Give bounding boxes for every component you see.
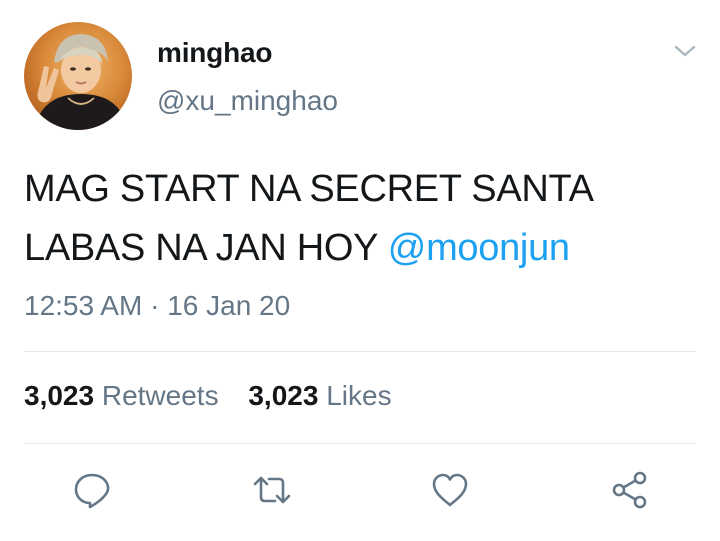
chevron-down-icon[interactable]: [672, 40, 698, 62]
divider: [24, 443, 696, 444]
share-icon[interactable]: [610, 470, 650, 510]
tweet-timestamp[interactable]: 12:53 AM · 16 Jan 20: [24, 290, 290, 322]
reply-icon[interactable]: [72, 470, 112, 510]
retweets-count: 3,023: [24, 380, 95, 411]
tweet-stats: 3,023 Retweets 3,023 Likes: [24, 380, 392, 412]
tweet-text-line-2: LABAS NA JAN HOY: [24, 227, 388, 269]
retweet-icon[interactable]: [252, 470, 292, 510]
timestamp-separator: ·: [150, 290, 160, 321]
tweet-text-line-1: MAG START NA SECRET SANTA: [24, 168, 594, 210]
retweets-label: Retweets: [101, 380, 219, 411]
user-display-name[interactable]: minghao: [157, 37, 272, 69]
tweet-text: MAG START NA SECRET SANTA LABAS NA JAN H…: [24, 160, 704, 278]
likes-count: 3,023: [248, 380, 319, 411]
tweet-card: minghao @xu_minghao MAG START NA SECRET …: [0, 0, 720, 541]
heart-icon[interactable]: [430, 470, 470, 510]
mention-link[interactable]: @moonjun: [388, 227, 570, 269]
divider: [24, 351, 696, 352]
tweet-date: 16 Jan 20: [167, 290, 291, 321]
likes-stat[interactable]: 3,023 Likes: [248, 380, 391, 411]
likes-label: Likes: [326, 380, 392, 411]
retweets-stat[interactable]: 3,023 Retweets: [24, 380, 219, 411]
user-handle[interactable]: @xu_minghao: [157, 85, 338, 117]
tweet-time: 12:53 AM: [24, 290, 143, 321]
avatar-image: [34, 34, 128, 130]
avatar[interactable]: [24, 22, 132, 130]
